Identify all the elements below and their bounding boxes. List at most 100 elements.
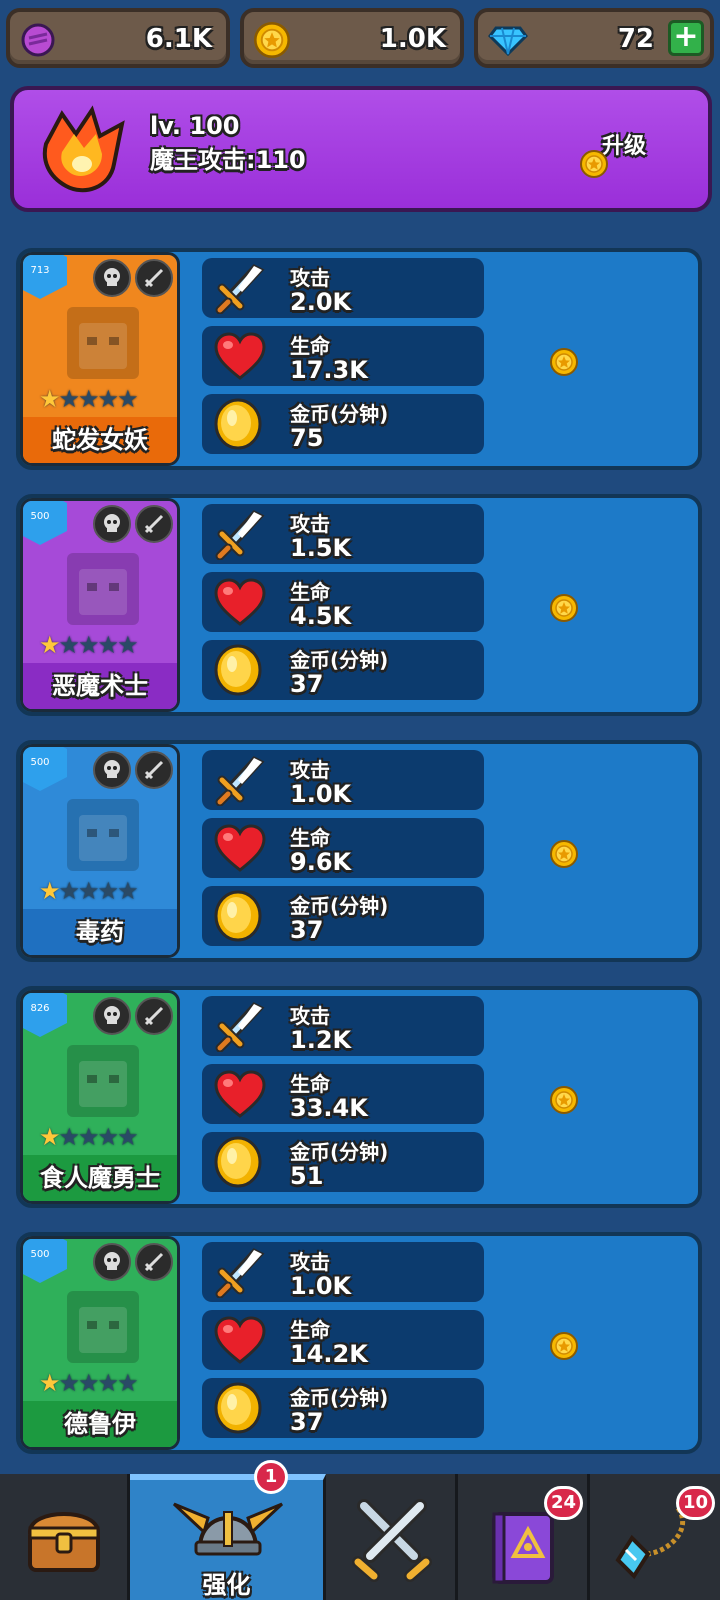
star-icon: ★ — [39, 385, 60, 413]
star-icon: ★ — [78, 385, 99, 413]
hero-row[interactable]: 500 ★★★★★ 德鲁伊 攻击 1.0K 生命 14.2K 金币(分钟) 37 — [16, 1232, 702, 1454]
star-icon: ★ — [97, 1369, 119, 1397]
gold-rate-label: 金币(分钟) — [290, 402, 389, 426]
hero-row[interactable]: 500 ★★★★★ 恶魔术士 攻击 1.5K 生命 4.5K 金币(分钟) 37 — [16, 494, 702, 716]
attack-value: 1.5K — [290, 534, 352, 562]
upgrade-coin-icon[interactable] — [550, 348, 578, 380]
attack-stat: 攻击 1.5K — [202, 504, 484, 564]
tab-amulet-badge: 10 — [676, 1486, 716, 1520]
upgrade-coin-icon[interactable] — [550, 1332, 578, 1364]
skull-class-icon[interactable] — [93, 259, 131, 297]
hero-stars: ★★★★★ — [39, 1123, 139, 1151]
gem-value: 72 — [617, 24, 654, 54]
weapon-class-icon[interactable] — [135, 997, 173, 1035]
resource-bar: 6.1K 1.0K 72 + — [6, 8, 714, 68]
hero-card[interactable]: 500 ★★★★★ 恶魔术士 — [20, 498, 180, 712]
hero-card[interactable]: 713★★★★★蛇发女妖(+3) — [20, 252, 180, 466]
hero-card[interactable]: 500 ★★★★★ 德鲁伊 — [20, 1236, 180, 1450]
hero-class-badges — [93, 751, 173, 789]
boss-attack: 魔王攻击:110 — [150, 146, 306, 174]
star-icon: ★ — [78, 1123, 99, 1151]
weapon-class-icon[interactable] — [135, 259, 173, 297]
attack-value: 1.2K — [290, 1026, 352, 1054]
hp-stat: 生命 33.4K — [202, 1064, 484, 1124]
gold-counter[interactable]: 1.0K — [240, 8, 464, 68]
star-icon: ★ — [58, 385, 80, 413]
sword-icon — [212, 508, 268, 560]
hero-name-plate: 蛇发女妖(+3) — [23, 417, 177, 463]
purple-orb-icon — [20, 22, 56, 62]
weapon-class-icon[interactable] — [135, 751, 173, 789]
gold-rate-label: 金币(分钟) — [290, 1140, 389, 1164]
hero-name: 德鲁伊 — [64, 1410, 136, 1438]
gold-coin-icon — [212, 398, 268, 450]
tab-treasure[interactable] — [0, 1474, 130, 1600]
gold-rate-stat: 金币(分钟) 51 — [202, 1132, 484, 1192]
star-icon: ★ — [97, 1123, 119, 1151]
add-gems-button[interactable]: + — [668, 20, 704, 56]
upgrade-coin-icon[interactable] — [550, 840, 578, 872]
hero-class-badges — [93, 505, 173, 543]
attack-stat: 攻击 1.0K — [202, 750, 484, 810]
attack-stat: 攻击 2.0K — [202, 258, 484, 318]
hero-name-plate: 食人魔勇士 — [23, 1155, 177, 1201]
skull-class-icon[interactable] — [93, 1243, 131, 1281]
hero-class-badges — [93, 259, 173, 297]
hero-row[interactable]: 826 ★★★★★ 食人魔勇士 攻击 1.2K 生命 33.4K 金币(分钟) 51 — [16, 986, 702, 1208]
star-icon: ★ — [97, 877, 119, 905]
heart-icon — [212, 1068, 268, 1120]
hp-label: 生命 — [290, 580, 330, 604]
tab-spellbook[interactable]: 24 — [458, 1474, 590, 1600]
upgrade-coin-icon[interactable] — [550, 594, 578, 626]
gem-counter[interactable]: 72 + — [474, 8, 714, 68]
spell-book-icon — [488, 1510, 558, 1590]
hero-name-plate: 恶魔术士 — [23, 663, 177, 709]
orb-counter[interactable]: 6.1K — [6, 8, 230, 68]
upgrade-button-label[interactable]: 升级 — [602, 128, 646, 160]
heart-icon — [212, 822, 268, 874]
hero-power: 826 — [30, 1003, 50, 1014]
sword-icon — [212, 1246, 268, 1298]
star-icon: ★ — [39, 631, 60, 659]
hero-name: 恶魔术士 — [52, 672, 148, 700]
hero-row[interactable]: 713★★★★★蛇发女妖(+3)攻击2.0K生命17.3K金币(分钟)75 — [16, 248, 702, 470]
hero-stars: ★★★★★ — [39, 1369, 139, 1397]
hp-stat: 生命 17.3K — [202, 326, 484, 386]
skull-class-icon[interactable] — [93, 751, 131, 789]
treasure-chest-icon — [24, 1500, 104, 1578]
weapon-class-icon[interactable] — [135, 505, 173, 543]
star-icon: ★ — [117, 385, 138, 413]
hero-power: 713 — [30, 265, 50, 276]
attack-stat: 攻击 1.2K — [202, 996, 484, 1056]
tab-enhance[interactable]: 强化 1 — [130, 1460, 326, 1600]
hero-row[interactable]: 500 ★★★★★ 毒药 攻击 1.0K 生命 9.6K 金币(分钟) 37 — [16, 740, 702, 962]
star-icon: ★ — [58, 1123, 80, 1151]
hero-card[interactable]: 500 ★★★★★ 毒药 — [20, 744, 180, 958]
tab-battle[interactable] — [326, 1474, 458, 1600]
upgrade-coin-icon[interactable] — [580, 150, 608, 182]
weapon-class-icon[interactable] — [135, 1243, 173, 1281]
tab-enhance-badge: 1 — [254, 1460, 288, 1494]
gold-value: 1.0K — [379, 24, 446, 54]
hero-card[interactable]: 826 ★★★★★ 食人魔勇士 — [20, 990, 180, 1204]
upgrade-coin-icon[interactable] — [550, 1086, 578, 1118]
hp-label: 生命 — [290, 826, 330, 850]
tab-spellbook-badge: 24 — [544, 1486, 584, 1520]
attack-label: 攻击 — [290, 512, 330, 536]
gold-rate-value: 75 — [290, 424, 324, 452]
hp-label: 生命 — [290, 1072, 330, 1096]
attack-label: 攻击 — [290, 266, 330, 290]
hero-stars: ★★★★★ — [39, 631, 139, 659]
hero-name-plate: 德鲁伊 — [23, 1401, 177, 1447]
hp-value: 4.5K — [290, 602, 352, 630]
tab-amulet[interactable]: 10 — [590, 1474, 720, 1600]
star-icon: ★ — [78, 877, 99, 905]
skull-class-icon[interactable] — [93, 997, 131, 1035]
hp-value: 14.2K — [290, 1340, 368, 1368]
heart-icon — [212, 576, 268, 628]
skull-class-icon[interactable] — [93, 505, 131, 543]
star-icon: ★ — [97, 631, 119, 659]
gold-rate-value: 37 — [290, 670, 324, 698]
star-icon: ★ — [39, 877, 60, 905]
star-icon: ★ — [117, 1123, 138, 1151]
